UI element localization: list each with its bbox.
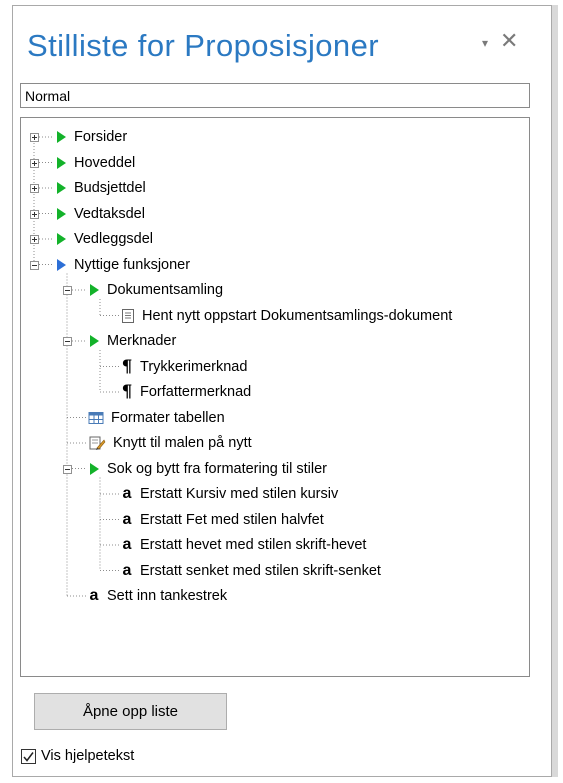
expand-icon[interactable] [30, 158, 39, 168]
tree-item-label: Sett inn tankestrek [107, 588, 228, 604]
show-help-text-label: Vis hjelpetekst [41, 748, 135, 764]
tree-item[interactable]: Hent nytt oppstart Dokumentsamlings-doku… [121, 305, 452, 327]
checkmark-icon [23, 751, 34, 762]
close-icon[interactable]: ✕ [500, 29, 518, 54]
open-list-button[interactable]: Åpne opp liste [34, 693, 227, 730]
green-triangle-icon [55, 207, 67, 221]
tree-item-label: Merknader [107, 333, 177, 349]
style-name-input[interactable] [20, 83, 530, 108]
collapse-icon[interactable] [63, 337, 72, 346]
tree-item[interactable]: a Erstatt Fet med stilen halvfet [121, 509, 324, 531]
tree-item-label: Erstatt senket med stilen skrift-senket [140, 562, 381, 579]
tree-item[interactable]: Forsider [55, 126, 127, 148]
tree-item[interactable]: Nyttige funksjoner [55, 254, 190, 276]
expand-icon[interactable] [30, 184, 39, 193]
show-help-text-checkbox[interactable]: Vis hjelpetekst [21, 746, 134, 766]
tree-item-label: Knytt til malen på nytt [113, 435, 252, 451]
expand-icon[interactable] [30, 235, 39, 244]
collapse-icon[interactable] [63, 286, 72, 295]
tree-item[interactable]: a Erstatt Kursiv med stilen kursiv [121, 483, 339, 505]
tree-item-label: Forfattermerknad [140, 384, 252, 400]
tree-item[interactable]: ¶ Forfattermerknad [121, 381, 252, 403]
green-triangle-icon [55, 156, 67, 170]
tree-item-label: Dokumentsamling [107, 282, 224, 298]
attach-template-icon [88, 435, 106, 451]
tree-item-label: Nyttige funksjoner [74, 256, 191, 273]
pane-options-dropdown-icon[interactable]: ▾ [482, 36, 488, 50]
tree-item[interactable]: Knytt til malen på nytt [88, 432, 252, 454]
style-tree[interactable]: Forsider Hoveddel Budsjettdel Vedtaksdel Ved… [20, 117, 530, 677]
character-style-icon: a [122, 536, 132, 553]
tree-item[interactable]: ¶ Trykkerimerknad [121, 356, 248, 378]
green-triangle-icon [55, 181, 67, 195]
tree-item[interactable]: a Sett inn tankestrek [88, 585, 228, 607]
green-triangle-icon [88, 334, 100, 348]
expand-icon[interactable] [30, 133, 39, 142]
checkbox-box[interactable] [21, 748, 36, 764]
green-triangle-icon [55, 130, 67, 144]
character-style-icon: a [122, 485, 132, 502]
tree-item[interactable]: Budsjettdel [55, 177, 146, 199]
tree-item-label: Erstatt Kursiv med stilen kursiv [140, 486, 339, 502]
green-triangle-icon [55, 232, 67, 246]
tree-item-label: Formater tabellen [111, 409, 225, 426]
tree-item[interactable]: Vedleggsdel [55, 228, 153, 250]
tree-item-label: Vedleggsdel [74, 231, 154, 247]
pilcrow-icon: ¶ [121, 356, 133, 377]
blue-triangle-icon [55, 258, 67, 272]
collapse-icon[interactable] [30, 260, 39, 270]
tree-item[interactable]: Vedtaksdel [55, 203, 145, 225]
tree-item-label: Erstatt hevet med stilen skrift-hevet [140, 537, 367, 553]
green-triangle-icon [88, 283, 100, 297]
pane-right-edge [552, 5, 558, 777]
tree-item[interactable]: a Erstatt hevet med stilen skrift-hevet [121, 534, 367, 556]
tree-item-label: Hent nytt oppstart Dokumentsamlings-doku… [142, 307, 453, 324]
tree-item[interactable]: Sok og bytt fra formatering til stiler [88, 458, 327, 480]
tree-item[interactable]: a Erstatt senket med stilen skrift-senket [121, 560, 381, 582]
document-icon [121, 308, 135, 324]
character-style-icon: a [122, 510, 132, 528]
tree-item-label: Vedtaksdel [74, 205, 145, 222]
tree-item-label: Forsider [74, 129, 128, 145]
tree-item-label: Sok og bytt fra formatering til stiler [107, 460, 327, 477]
tree-item[interactable]: Merknader [88, 330, 176, 352]
tree-item[interactable]: Hoveddel [55, 152, 135, 174]
green-triangle-icon [88, 462, 100, 476]
collapse-icon[interactable] [63, 464, 72, 474]
character-style-icon: a [89, 587, 99, 604]
pane-title: Stilliste for Proposisjoner [27, 28, 379, 63]
tree-item-label: Trykkerimerknad [140, 358, 248, 375]
tree-item-label: Budsjettdel [74, 180, 146, 196]
tree-item[interactable]: Dokumentsamling [88, 279, 223, 301]
table-icon [88, 411, 104, 425]
expand-icon[interactable] [30, 209, 39, 219]
pilcrow-icon: ¶ [121, 382, 133, 402]
tree-item-label: Hoveddel [74, 154, 136, 171]
character-style-icon: a [122, 561, 132, 579]
tree-item-label: Erstatt Fet med stilen halvfet [140, 511, 324, 528]
tree-item[interactable]: Formater tabellen [88, 407, 225, 429]
